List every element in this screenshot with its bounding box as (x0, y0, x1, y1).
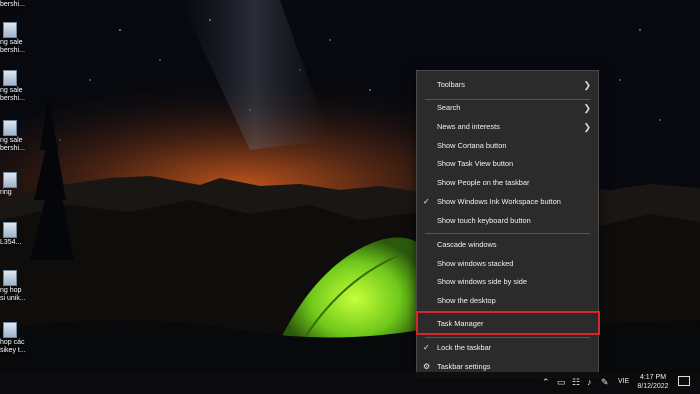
menu-item-label: Show Windows Ink Workspace button (437, 197, 561, 206)
menu-item-label: Show the desktop (437, 296, 496, 305)
volume-icon[interactable]: ♪ (587, 377, 592, 387)
desktop-icon-caption: ng sale bershi... (0, 137, 25, 152)
menu-item-label: Show windows side by side (437, 277, 527, 286)
checkmark-icon: ✓ (423, 343, 430, 352)
clock-date: 8/12/2022 (637, 383, 669, 390)
desktop-icon[interactable]: ng sale bershi... (0, 70, 34, 103)
desktop-icon-caption: ng hop si unik... (0, 287, 26, 302)
chevron-right-icon: ❯ (583, 80, 591, 90)
menu-item-show-cortana-button[interactable]: Show Cortana button (417, 137, 598, 155)
file-icon (3, 222, 17, 238)
menu-item-label: Show People on the taskbar (437, 178, 530, 187)
chevron-right-icon: ❯ (583, 103, 591, 113)
checkmark-icon: ✓ (423, 197, 430, 206)
menu-item-label: News and interests (437, 122, 500, 131)
desktop-icon[interactable]: ring (0, 172, 34, 197)
chevron-right-icon: ❯ (583, 122, 591, 132)
menu-item-label: Show touch keyboard button (437, 216, 531, 225)
menu-item-show-people[interactable]: Show People on the taskbar (417, 174, 598, 192)
clock[interactable]: 4:17 PM 8/12/2022 (634, 373, 672, 391)
language-indicator[interactable]: VIE (618, 378, 629, 385)
menu-item-label: Task Manager (437, 319, 484, 328)
desktop-icon-caption: ng sale bershi... (0, 87, 25, 102)
monitor-icon[interactable]: ▭ (557, 377, 566, 388)
menu-item-label: Show Cortana button (437, 141, 507, 150)
desktop-icon[interactable]: ng sale bershi... (0, 22, 34, 55)
desktop-icon-caption: ring (0, 189, 12, 196)
menu-item-show-the-desktop[interactable]: Show the desktop (417, 292, 598, 310)
menu-item-cascade-windows[interactable]: Cascade windows (417, 236, 598, 254)
menu-separator (425, 312, 590, 313)
network-icon[interactable]: ☷ (572, 377, 580, 388)
menu-item-toolbars[interactable]: Toolbars ❯ (417, 76, 598, 94)
file-icon (3, 270, 17, 286)
menu-separator (425, 233, 590, 234)
menu-item-search[interactable]: Search ❯ (417, 99, 598, 117)
desktop-icon[interactable]: L354... (0, 222, 34, 247)
menu-item-news-and-interests[interactable]: News and interests ❯ (417, 118, 598, 136)
file-icon (3, 120, 17, 136)
file-icon (3, 70, 17, 86)
menu-item-show-windows-stacked[interactable]: Show windows stacked (417, 255, 598, 273)
taskbar-context-menu: Toolbars ❯ Search ❯ News and interests ❯… (416, 70, 599, 378)
file-icon (3, 322, 17, 338)
chevron-up-icon[interactable]: ⌃ (542, 377, 550, 388)
desktop-icon-caption: L354... (0, 239, 22, 246)
file-icon (3, 22, 17, 38)
clock-time: 4:17 PM (639, 374, 667, 381)
desktop-icon[interactable]: ng hop si unik... (0, 270, 34, 303)
menu-item-label: Cascade windows (437, 240, 497, 249)
taskbar (0, 372, 700, 394)
desktop-icon-caption: hop các sikey t... (0, 339, 26, 354)
menu-item-label: Lock the taskbar (437, 343, 492, 352)
menu-item-label: Show windows stacked (437, 259, 514, 268)
menu-item-show-task-view-button[interactable]: Show Task View button (417, 155, 598, 173)
file-icon (3, 172, 17, 188)
desktop-icon[interactable]: bershi... (0, 0, 34, 9)
desktop-icon[interactable]: hop các sikey t... (0, 322, 34, 355)
pen-icon[interactable]: ✎ (601, 377, 609, 388)
menu-separator (425, 337, 590, 338)
menu-item-task-manager[interactable]: Task Manager (417, 315, 598, 333)
menu-item-label: Show Task View button (437, 159, 514, 168)
desktop-icon-caption: bershi... (0, 1, 25, 8)
desktop-icon-caption: ng sale bershi... (0, 39, 25, 54)
menu-item-show-windows-side-by-side[interactable]: Show windows side by side (417, 273, 598, 291)
desktop-icon[interactable]: ng sale bershi... (0, 120, 34, 153)
menu-item-label: Toolbars (437, 80, 465, 89)
action-center-icon[interactable] (678, 376, 690, 386)
menu-item-lock-the-taskbar[interactable]: ✓ Lock the taskbar (417, 339, 598, 357)
menu-item-show-windows-ink[interactable]: ✓ Show Windows Ink Workspace button (417, 193, 598, 211)
menu-item-label: Search (437, 103, 461, 112)
menu-item-show-touch-keyboard[interactable]: Show touch keyboard button (417, 212, 598, 230)
